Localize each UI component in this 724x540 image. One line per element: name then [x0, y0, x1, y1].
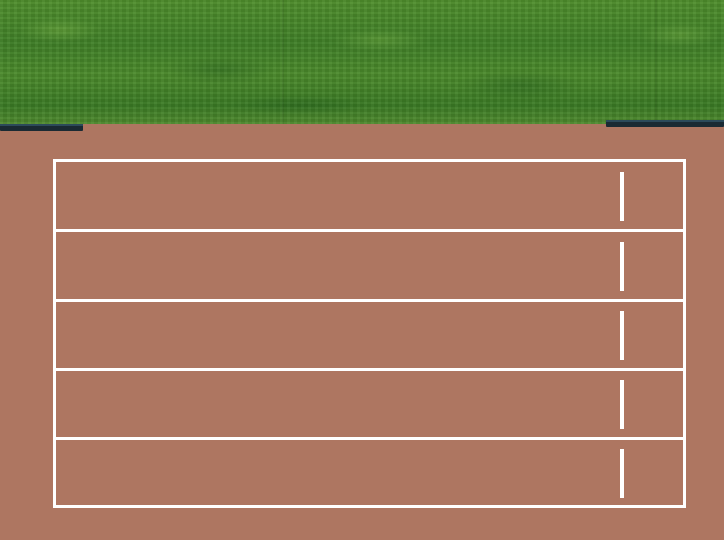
lane-divider-1 [56, 229, 683, 232]
lane-2-start-mark [620, 242, 624, 291]
lane-5-start-mark [620, 449, 624, 498]
track-curb-right [606, 120, 724, 127]
lane-1-start-mark [620, 172, 624, 221]
track-curb-left [0, 124, 83, 131]
grass-infield [0, 0, 724, 124]
lane-divider-3 [56, 368, 683, 371]
lane-3-start-mark [620, 311, 624, 360]
race-track-scene [0, 0, 724, 540]
lane-divider-4 [56, 437, 683, 440]
grass-seam [282, 0, 284, 124]
running-lanes [53, 159, 686, 508]
grass-seam [655, 0, 657, 124]
lane-4-start-mark [620, 380, 624, 429]
lane-divider-2 [56, 299, 683, 302]
